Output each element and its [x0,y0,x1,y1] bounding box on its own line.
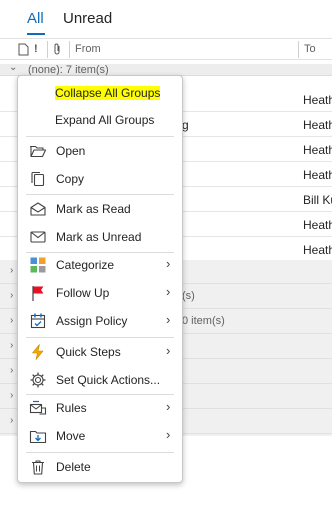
chevron-right-icon: › [166,399,171,414]
menu-item-label: Assign Policy [56,314,128,328]
menu-item-copy[interactable]: Copy [18,166,182,192]
to-cell: Heath [303,218,332,232]
to-cell: Heath [303,168,332,182]
chevron-right-icon: › [166,284,171,299]
tab-unread[interactable]: Unread [63,10,112,27]
policy-icon [29,312,47,330]
group-label: (s) [182,290,195,302]
categorize-icon [29,256,47,274]
group-label: 0 item(s) [182,315,225,327]
active-tab-indicator [27,33,45,35]
to-cell: Heath [303,93,332,107]
document-icon[interactable] [18,43,29,59]
menu-divider [26,452,174,453]
column-divider [47,41,48,58]
menu-item-label: Mark as Unread [56,230,142,244]
chevron-right-icon: › [166,427,171,442]
folder-open-icon [29,142,47,160]
flag-icon [29,284,47,302]
menu-item-collapse-all-groups[interactable]: Collapse All Groups [18,80,182,106]
chevron-right-icon[interactable]: › [10,365,13,376]
menu-item-set-quick-actions[interactable]: Set Quick Actions... [18,367,182,393]
menu-item-mark-as-unread[interactable]: Mark as Unread [18,224,182,250]
menu-item-label: Collapse All Groups [55,86,161,100]
copy-icon [29,170,47,188]
to-cell: Heath [303,243,332,257]
menu-divider [26,194,174,195]
chevron-right-icon[interactable]: › [10,315,13,326]
chevron-right-icon: › [166,343,171,358]
menu-item-label: Follow Up [56,286,110,300]
menu-item-label: Quick Steps [56,345,121,359]
menu-item-mark-as-read[interactable]: Mark as Read [18,196,182,222]
chevron-right-icon[interactable]: › [10,390,13,401]
menu-item-label: Rules [56,401,87,415]
column-divider [69,41,70,58]
rules-icon [29,399,47,417]
view-tabs: All Unread [0,0,332,38]
menu-item-quick-steps[interactable]: Quick Steps › [18,339,182,365]
chevron-down-icon[interactable]: ⌄ [9,62,17,73]
menu-item-assign-policy[interactable]: Assign Policy › [18,308,182,334]
menu-divider [26,136,174,137]
menu-item-delete[interactable]: Delete [18,454,182,480]
to-cell: Heath [303,118,332,132]
subject-cell: g [182,118,189,132]
column-divider [298,41,299,58]
chevron-right-icon: › [166,312,171,327]
menu-divider [26,337,174,338]
column-from[interactable]: From [75,43,101,55]
menu-item-rules[interactable]: Rules › [18,395,182,421]
menu-item-label: Delete [56,460,91,474]
trash-icon [29,458,47,476]
chevron-right-icon[interactable]: › [10,290,13,301]
menu-item-expand-all-groups[interactable]: Expand All Groups [18,107,182,133]
move-icon [29,427,47,445]
menu-item-open[interactable]: Open [18,138,182,164]
menu-item-label: Expand All Groups [55,113,155,127]
chevron-right-icon: › [166,256,171,271]
envelope-open-icon [29,200,47,218]
menu-item-move[interactable]: Move › [18,423,182,449]
to-cell: Heath [303,143,332,157]
menu-item-label: Set Quick Actions... [56,373,161,387]
envelope-icon [29,228,47,246]
menu-item-label: Move [56,429,86,443]
menu-item-label: Mark as Read [56,202,131,216]
menu-item-follow-up[interactable]: Follow Up › [18,280,182,306]
importance-icon[interactable]: ! [34,43,38,55]
context-menu: Collapse All Groups Expand All Groups Op… [17,75,183,483]
chevron-right-icon[interactable]: › [10,265,13,276]
column-to[interactable]: To [304,43,316,55]
lightning-icon [29,343,47,361]
to-cell: Bill Ku [303,193,332,207]
chevron-right-icon[interactable]: › [10,415,13,426]
menu-item-categorize[interactable]: Categorize › [18,252,182,278]
menu-item-label: Categorize [56,258,115,272]
attachment-icon[interactable] [53,43,62,59]
column-header: ! From To [0,38,332,60]
menu-item-label: Open [56,144,86,158]
chevron-right-icon[interactable]: › [10,340,13,351]
tab-all[interactable]: All [27,10,44,27]
menu-item-label: Copy [56,172,85,186]
gear-icon [29,371,47,389]
